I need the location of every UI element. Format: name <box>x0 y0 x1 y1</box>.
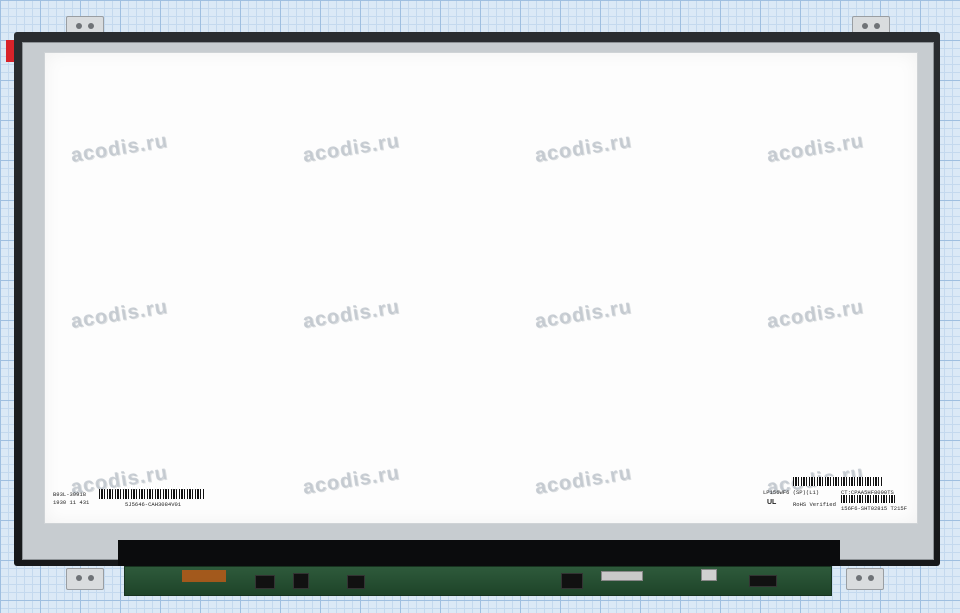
barcode-right-top <box>793 477 883 486</box>
driver-board-cover <box>118 540 840 566</box>
driver-pcb <box>124 566 832 596</box>
mount-tab-bottom-left <box>66 568 104 590</box>
pcb-chip <box>255 575 275 589</box>
watermark: acodis.ru <box>533 129 634 167</box>
pcb-chip <box>347 575 365 589</box>
barcode-right-bottom <box>841 495 895 503</box>
barcode-left <box>99 489 205 499</box>
ul-certification-logo: UL <box>767 499 777 506</box>
orange-tape <box>182 570 226 582</box>
label-left-serial: 5J5646-CAH3084V01 <box>125 501 182 508</box>
watermark: acodis.ru <box>301 461 402 499</box>
watermark: acodis.ru <box>765 295 866 333</box>
watermark: acodis.ru <box>69 129 170 167</box>
watermark: acodis.ru <box>69 295 170 333</box>
pcb-chip <box>561 573 583 589</box>
watermark: acodis.ru <box>301 129 402 167</box>
pcb-chip <box>749 575 777 587</box>
watermark: acodis.ru <box>765 129 866 167</box>
label-right-rohs: RoHS Verified <box>793 501 836 508</box>
label-right-model: LP156WF6 (SP)(L1) <box>763 489 820 496</box>
pcb-connector <box>601 571 643 581</box>
mount-tab-bottom-right <box>846 568 884 590</box>
label-right-bottom: 156F6-SHT02815 T215F <box>841 505 908 512</box>
watermark: acodis.ru <box>301 295 402 333</box>
pcb-chip <box>293 573 309 589</box>
watermark: acodis.ru <box>533 461 634 499</box>
lcd-screen: acodis.ru acodis.ru acodis.ru acodis.ru … <box>44 52 918 524</box>
watermark: acodis.ru <box>533 295 634 333</box>
label-left-code: B93L-30918 <box>53 491 87 498</box>
label-left-sub: 1930 11 431 <box>53 499 90 506</box>
pcb-connector <box>701 569 717 581</box>
